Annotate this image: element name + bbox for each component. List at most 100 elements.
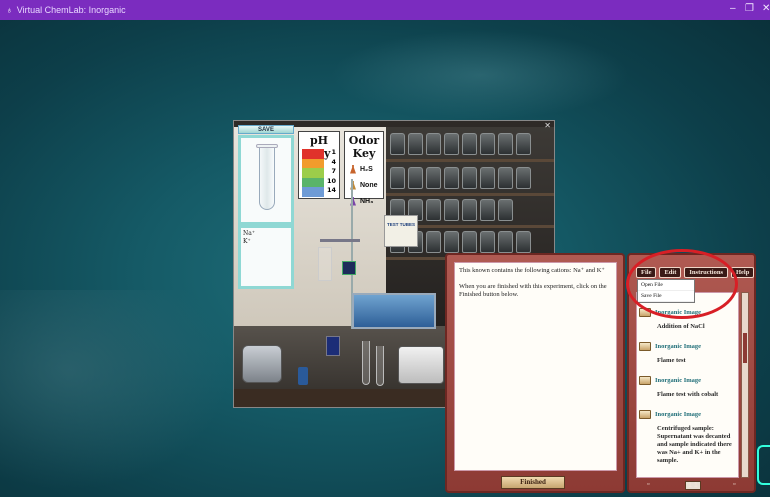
menu-help[interactable]: Help: [730, 267, 755, 278]
image-link-label: Inorganic Image: [655, 410, 702, 418]
reagent-jar[interactable]: [444, 167, 459, 189]
window-title: Virtual ChemLab: Inorganic: [16, 5, 126, 15]
page-indicator: 1 1: [685, 481, 701, 490]
reagent-jar[interactable]: [480, 199, 495, 221]
reagent-jar[interactable]: [408, 167, 423, 189]
background-blur: [330, 30, 630, 120]
reagent-jar[interactable]: [462, 167, 477, 189]
ring-stand-arm: [320, 239, 360, 242]
reagent-jar[interactable]: [408, 133, 423, 155]
shelf-board: [386, 159, 554, 162]
menu-save-file[interactable]: Save File: [638, 291, 694, 302]
shelf-row: [390, 167, 552, 193]
ph-color-swatch: [302, 187, 324, 197]
hot-plate[interactable]: [398, 346, 444, 384]
instruction-text: When you are finished with this experime…: [459, 283, 607, 298]
flame-test-tube[interactable]: [376, 346, 384, 386]
image-link-label: Inorganic Image: [655, 376, 702, 384]
notebook-page: Inorganic Image Addition of NaCl Inorgan…: [636, 292, 739, 478]
finished-button[interactable]: Finished: [501, 476, 565, 489]
image-link[interactable]: Inorganic Image: [637, 307, 738, 317]
maximize-button[interactable]: ❐: [745, 3, 754, 14]
reagent-jar[interactable]: [444, 231, 459, 253]
shelf-row: [390, 133, 552, 159]
instruction-text: This known contains the following cation…: [459, 267, 605, 274]
shelf-board: [386, 193, 554, 196]
image-link-label: Inorganic Image: [655, 342, 702, 350]
notebook-entry: Inorganic Image Flame test: [637, 341, 738, 365]
odor-label: None: [360, 181, 378, 189]
test-tubes-box[interactable]: TEST TUBES: [384, 215, 418, 247]
reagent-jar[interactable]: [480, 231, 495, 253]
centrifuge[interactable]: [242, 345, 282, 383]
wash-bottle[interactable]: [298, 367, 308, 385]
reagent-jar[interactable]: [444, 199, 459, 221]
edge-tab[interactable]: [757, 445, 770, 485]
ph-color-swatch: [302, 168, 324, 178]
image-icon: [639, 375, 651, 385]
minimize-button[interactable]: –: [730, 3, 736, 14]
save-button[interactable]: SAVE: [238, 125, 294, 134]
image-icon: [639, 409, 651, 419]
lab-close-button[interactable]: ✕: [544, 121, 551, 130]
image-link[interactable]: Inorganic Image: [637, 341, 738, 351]
notebook-scrollbar[interactable]: [741, 292, 749, 478]
image-link-label: Inorganic Image: [655, 308, 702, 316]
test-tube-holder[interactable]: [318, 247, 332, 281]
ph-color-swatch: [302, 149, 324, 159]
menu-open-file[interactable]: Open File: [638, 280, 694, 291]
reagent-jar[interactable]: [516, 133, 531, 155]
entry-text: Flame test: [657, 357, 686, 364]
reagent-jar[interactable]: [480, 133, 495, 155]
reagent-jar[interactable]: [426, 133, 441, 155]
ph-color-swatch: [302, 158, 324, 168]
ph-values: 1 4 7 10 14: [327, 148, 336, 196]
prev-page-button[interactable]: ▫: [647, 481, 649, 488]
image-link[interactable]: Inorganic Image: [637, 409, 738, 419]
ph-value: 14: [326, 186, 336, 194]
reagent-jar[interactable]: [426, 199, 441, 221]
reagent-jar[interactable]: [516, 231, 531, 253]
reagent-jar[interactable]: [498, 167, 513, 189]
reagent-jar[interactable]: [444, 133, 459, 155]
reagent-jar[interactable]: [498, 133, 513, 155]
ph-key: pH Key 1 4 7 10 14: [298, 131, 340, 199]
cobalt-glass[interactable]: [326, 336, 340, 356]
menu-file[interactable]: File: [636, 267, 657, 278]
odor-key-title: Odor Key: [348, 134, 380, 160]
odor-label: NH₃: [360, 197, 374, 205]
ion-label: Na⁺: [243, 230, 255, 237]
file-dropdown: Open File Save File: [637, 279, 695, 303]
close-button[interactable]: ✕: [762, 3, 770, 14]
reagent-jar[interactable]: [426, 167, 441, 189]
ph-value: 4: [331, 157, 336, 166]
odor-label: H₂S: [360, 165, 373, 173]
next-page-button[interactable]: ▫: [733, 481, 735, 488]
test-tube[interactable]: [259, 148, 275, 210]
clamp[interactable]: [342, 261, 356, 275]
reagent-jar[interactable]: [390, 133, 405, 155]
entry-text: Addition of NaCl: [657, 323, 705, 330]
reagent-jar[interactable]: [390, 167, 405, 189]
image-link[interactable]: Inorganic Image: [637, 375, 738, 385]
flame-test-tube[interactable]: [362, 341, 370, 385]
odor-key: Odor Key H₂S None NH₃: [344, 131, 384, 206]
water-bath[interactable]: [352, 293, 436, 329]
reagent-jar[interactable]: [462, 231, 477, 253]
reagent-jar[interactable]: [516, 167, 531, 189]
menu-edit[interactable]: Edit: [659, 267, 682, 278]
menu-instructions[interactable]: Instructions: [684, 267, 728, 278]
ph-value: 10: [326, 176, 336, 185]
reagent-jar[interactable]: [498, 199, 513, 221]
lab-notebook: File Edit Instructions Help Open File Sa…: [627, 253, 756, 493]
reagent-jar[interactable]: [498, 231, 513, 253]
reagent-jar[interactable]: [462, 133, 477, 155]
test-tube-view[interactable]: [238, 135, 294, 225]
reagent-jar[interactable]: [462, 199, 477, 221]
reagent-jar[interactable]: [426, 231, 441, 253]
instructions-panel: This known contains the following cation…: [445, 253, 625, 493]
ph-color-bars: [302, 149, 324, 197]
instructions-text-area: This known contains the following cation…: [454, 262, 617, 471]
scrollbar-thumb[interactable]: [743, 333, 747, 363]
reagent-jar[interactable]: [480, 167, 495, 189]
